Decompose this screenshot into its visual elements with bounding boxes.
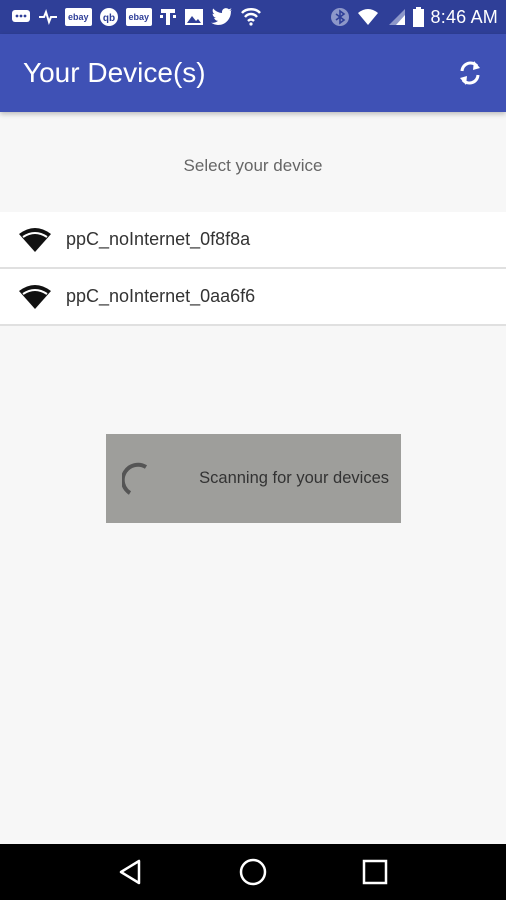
recents-button[interactable]: [355, 852, 395, 892]
system-icons: 8:46 AM: [330, 7, 506, 28]
svg-text:qb: qb: [102, 13, 114, 24]
status-bar: ebay qb ebay 8:46 AM: [0, 0, 506, 34]
signal-icon: [386, 8, 406, 26]
message-icon: [11, 8, 31, 26]
twitter-icon: [211, 8, 233, 26]
navigation-bar: [0, 844, 506, 900]
page-title: Your Device(s): [23, 57, 206, 88]
scanning-message: Scanning for your devices: [199, 469, 389, 487]
refresh-button[interactable]: [454, 57, 486, 89]
back-icon: [119, 859, 141, 885]
device-item-0aa6f6[interactable]: ppC_noInternet_0aa6f6: [0, 269, 506, 326]
device-name: ppC_noInternet_0f8f8a: [66, 229, 251, 249]
pulse-icon: [38, 8, 58, 26]
shield-icon: [240, 7, 262, 27]
device-item-0f8f8a[interactable]: ppC_noInternet_0f8f8a: [0, 212, 506, 269]
wifi-icon: [19, 227, 51, 252]
device-name: ppC_noInternet_0aa6f6: [66, 286, 256, 306]
device-list: ppC_noInternet_0f8f8a ppC_noInternet_0aa…: [0, 212, 506, 326]
back-button[interactable]: [111, 852, 151, 892]
notification-icons: ebay qb ebay: [0, 7, 262, 27]
refresh-icon: [460, 61, 480, 85]
bluetooth-icon: [330, 7, 350, 27]
scanning-dialog: Scanning for your devices: [106, 434, 401, 523]
image-icon: [184, 8, 204, 26]
app-bar: Your Device(s): [0, 34, 506, 112]
clock: 8:46 AM: [430, 6, 498, 27]
t-mobile-icon: [159, 7, 177, 27]
home-icon: [239, 858, 267, 886]
recents-icon: [362, 859, 388, 885]
ebay-icon: ebay: [125, 8, 153, 26]
battery-icon: [412, 7, 424, 27]
ebay-icon: ebay: [65, 8, 92, 26]
home-button[interactable]: [233, 852, 273, 892]
wifi-icon: [19, 284, 51, 309]
instruction-text: Select your device: [183, 156, 323, 175]
qb-icon: qb: [99, 7, 119, 27]
loading-spinner-icon: [122, 462, 148, 495]
wifi-icon: [357, 8, 379, 26]
